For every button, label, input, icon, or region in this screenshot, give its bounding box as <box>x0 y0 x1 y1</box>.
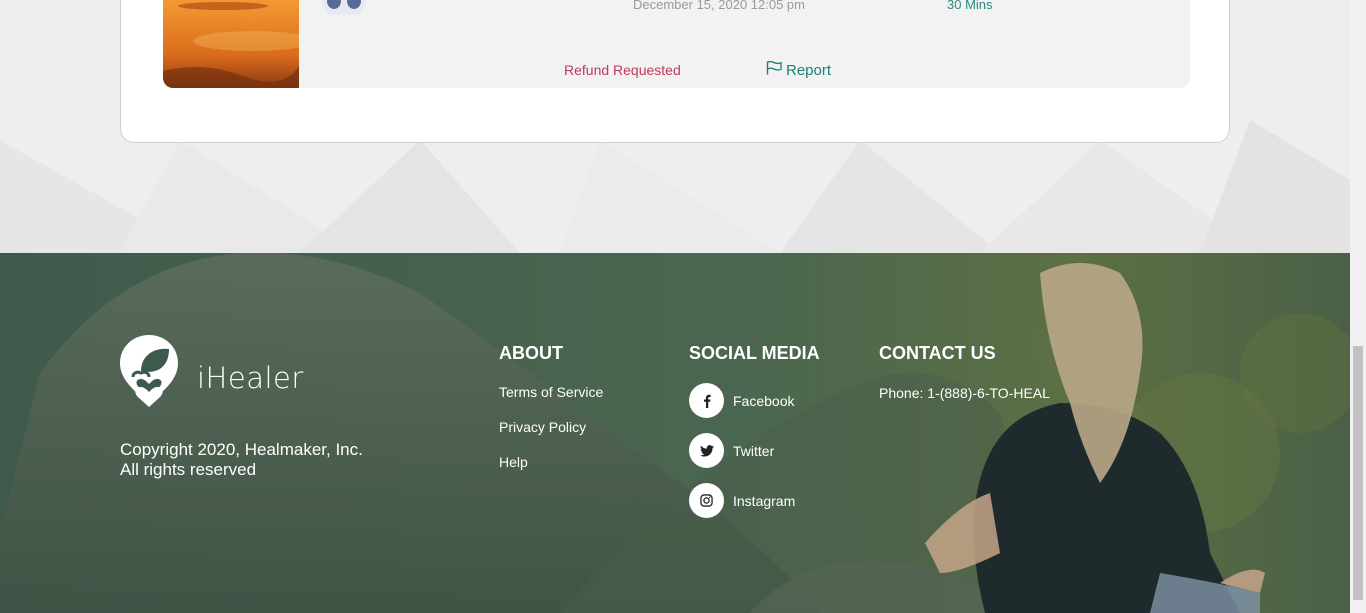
social-media-heading: SOCIAL MEDIA <box>689 343 820 363</box>
scrollbar-thumb[interactable] <box>1353 346 1363 600</box>
report-button[interactable]: Report <box>766 60 832 79</box>
booking-date: December 15, 2020 12:05 pm <box>633 0 805 12</box>
booking-duration: 30 Mins <box>947 0 993 12</box>
logo-mark-icon <box>119 333 179 418</box>
contact-us-heading: CONTACT US <box>879 343 996 363</box>
bookings-card: December 15, 2020 12:05 pm 30 Mins Refun… <box>120 0 1230 143</box>
instagram-link[interactable]: Instagram <box>689 483 795 518</box>
site-footer: iHealer Copyright 2020, Healmaker, Inc. … <box>0 253 1350 613</box>
contact-phone: Phone: 1-(888)-6-TO-HEAL <box>879 385 1050 401</box>
twitter-icon <box>689 433 724 468</box>
healer-avatar <box>318 0 370 15</box>
report-label: Report <box>786 61 832 79</box>
booking-row: December 15, 2020 12:05 pm 30 Mins Refun… <box>163 0 1190 88</box>
instagram-icon <box>689 483 724 518</box>
rights-line: All rights reserved <box>120 460 257 479</box>
copyright-line: Copyright 2020, Healmaker, Inc. <box>120 440 363 459</box>
page-background: December 15, 2020 12:05 pm 30 Mins Refun… <box>0 0 1350 253</box>
terms-of-service-link[interactable]: Terms of Service <box>499 384 603 400</box>
facebook-link[interactable]: Facebook <box>689 383 794 418</box>
about-heading: ABOUT <box>499 343 563 363</box>
flag-icon <box>766 60 782 79</box>
privacy-policy-link[interactable]: Privacy Policy <box>499 419 586 435</box>
twitter-label: Twitter <box>733 442 775 459</box>
refund-status: Refund Requested <box>564 62 681 78</box>
page-scrollbar[interactable] <box>1350 0 1366 613</box>
help-link[interactable]: Help <box>499 454 528 470</box>
facebook-icon <box>689 383 724 418</box>
facebook-label: Facebook <box>733 392 795 409</box>
session-thumbnail <box>163 0 299 88</box>
ihealer-logo[interactable]: iHealer <box>119 333 304 418</box>
copyright-text: Copyright 2020, Healmaker, Inc. All righ… <box>120 440 420 480</box>
twitter-link[interactable]: Twitter <box>689 433 774 468</box>
logo-text: iHealer <box>197 360 304 395</box>
footer-background-image <box>0 253 1350 613</box>
instagram-label: Instagram <box>733 492 796 509</box>
